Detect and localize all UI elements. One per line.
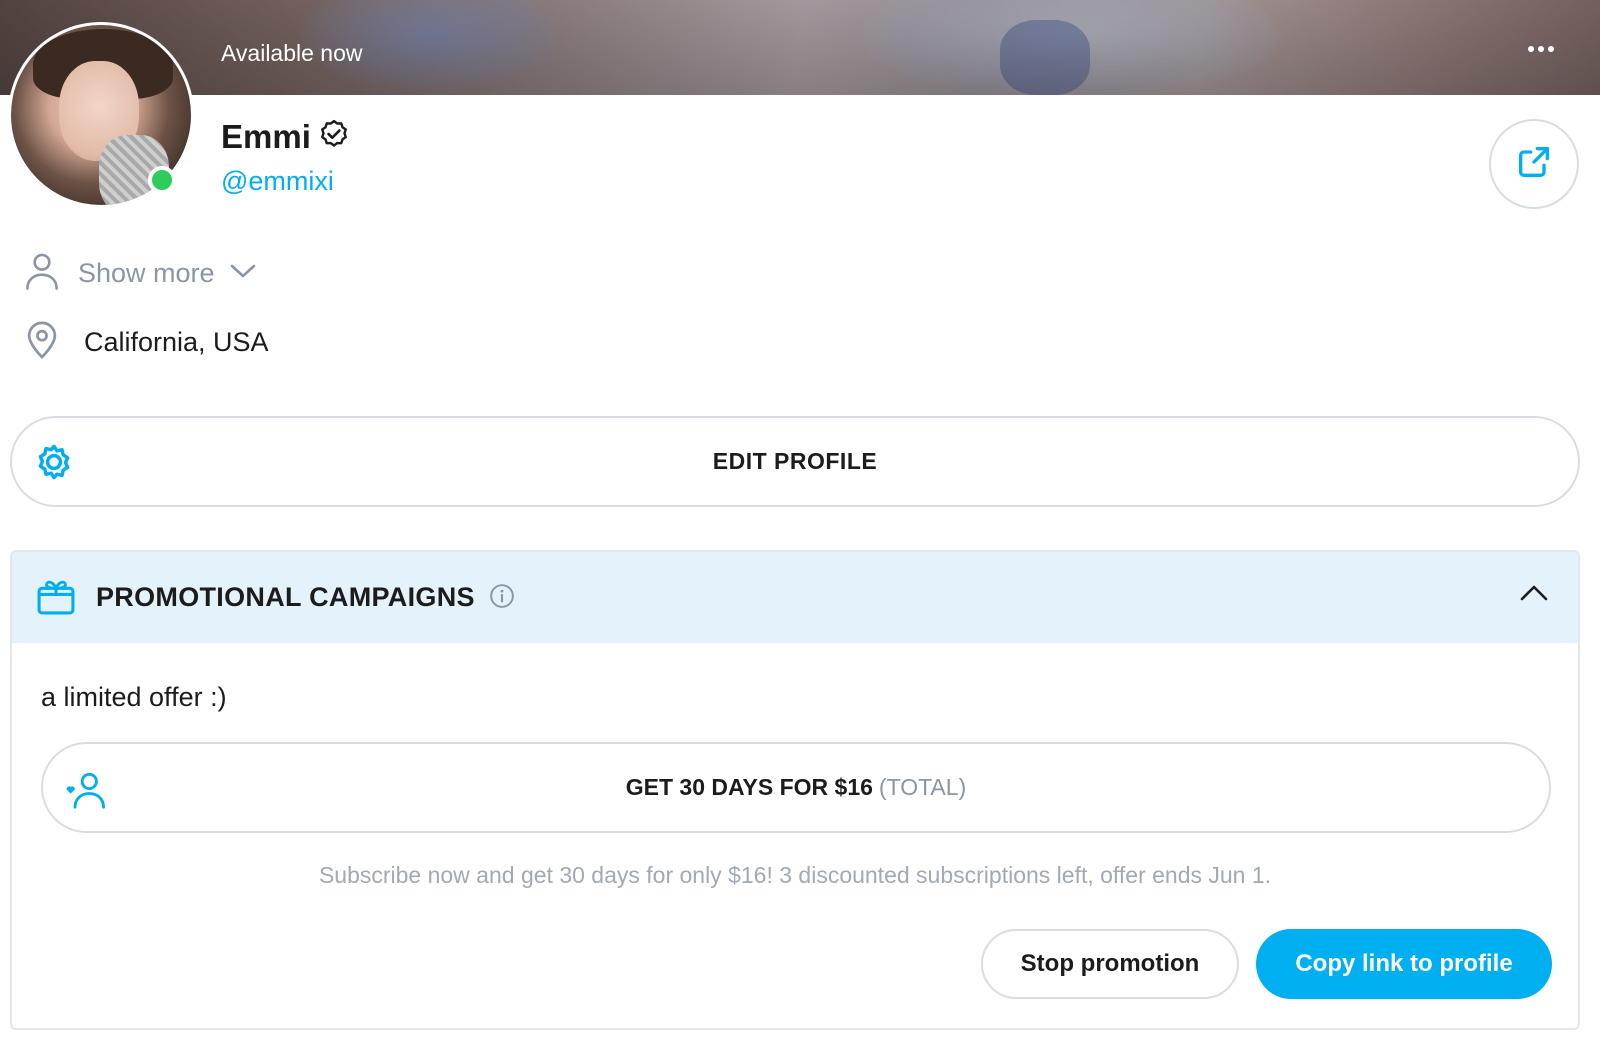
promotional-campaigns-title: PROMOTIONAL CAMPAIGNS — [96, 582, 475, 612]
offer-subscribe-button[interactable]: GET 30 DAYS FOR $16 (TOTAL) — [41, 742, 1551, 833]
edit-profile-button[interactable]: EDIT PROFILE — [10, 416, 1580, 507]
user-icon — [24, 252, 60, 294]
gear-icon — [32, 440, 76, 488]
show-more-label: Show more — [78, 257, 215, 288]
availability-status: Available now — [221, 40, 363, 66]
location-pin-icon — [24, 320, 60, 364]
offer-suffix-label: (TOTAL) — [878, 774, 967, 800]
edit-profile-label: EDIT PROFILE — [712, 448, 878, 474]
verified-badge-icon — [317, 118, 351, 156]
profile-handle[interactable]: @emmixi — [221, 166, 334, 197]
gift-icon — [36, 576, 76, 620]
campaign-description: a limited offer :) — [41, 682, 227, 712]
profile-name: Emmi — [221, 118, 311, 155]
chevron-down-icon — [229, 262, 257, 284]
share-profile-button[interactable] — [1489, 119, 1579, 209]
online-status-dot — [148, 166, 176, 194]
offer-main-label: GET 30 DAYS FOR $16 — [625, 774, 873, 800]
profile-location: California, USA — [24, 320, 269, 364]
show-more-toggle[interactable]: Show more — [24, 252, 257, 294]
copy-link-button[interactable]: Copy link to profile — [1256, 929, 1552, 999]
info-icon[interactable] — [489, 583, 515, 613]
share-icon — [1514, 142, 1554, 186]
user-heart-icon — [63, 770, 107, 814]
location-label: California, USA — [84, 326, 269, 357]
promotional-campaigns-header[interactable]: PROMOTIONAL CAMPAIGNS — [12, 552, 1578, 643]
campaign-note: Subscribe now and get 30 days for only $… — [318, 862, 1272, 888]
profile-name-row: Emmi — [221, 118, 351, 156]
stop-promotion-button[interactable]: Stop promotion — [981, 929, 1239, 999]
promotional-campaigns-panel: PROMOTIONAL CAMPAIGNS a limited offer :)… — [10, 550, 1580, 1030]
more-options-icon[interactable] — [1528, 46, 1554, 52]
chevron-up-icon[interactable] — [1518, 582, 1550, 608]
